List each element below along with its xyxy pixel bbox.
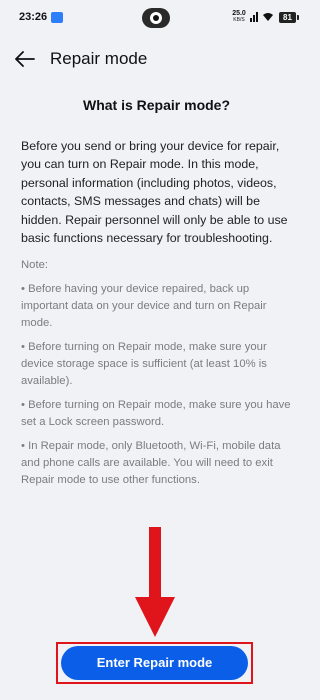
section-title: What is Repair mode? <box>82 97 231 113</box>
red-arrow-annotation <box>135 527 175 637</box>
note-item: • In Repair mode, only Bluetooth, Wi-Fi,… <box>21 440 281 486</box>
note-item: • Before turning on Repair mode, make su… <box>21 399 291 428</box>
network-speed-value: 25.0 <box>232 10 246 17</box>
enter-repair-mode-button[interactable]: Enter Repair mode <box>61 646 248 680</box>
wifi-icon <box>263 13 273 21</box>
status-time: 23:26 <box>19 11 48 23</box>
description-text: Before you send or bring your device for… <box>21 139 288 246</box>
notes-section: Note: • Before having your device repair… <box>21 257 299 489</box>
note-item: • Before having your device repaired, ba… <box>21 283 267 329</box>
page-title: Repair mode <box>50 49 148 68</box>
signal-icon <box>250 12 258 22</box>
note-label: Note: <box>21 259 49 271</box>
arrow-left-icon <box>15 51 35 67</box>
battery-icon: 81 <box>279 12 299 23</box>
status-bar: 23:26 25.0 KB/S 81 <box>0 0 313 36</box>
network-speed-unit: KB/S <box>233 17 245 23</box>
camera-icon <box>142 8 170 28</box>
back-button[interactable] <box>10 44 40 74</box>
note-item: • Before turning on Repair mode, make su… <box>21 341 267 387</box>
app-notification-icon <box>51 12 63 23</box>
network-speed: 25.0 KB/S <box>231 10 247 24</box>
